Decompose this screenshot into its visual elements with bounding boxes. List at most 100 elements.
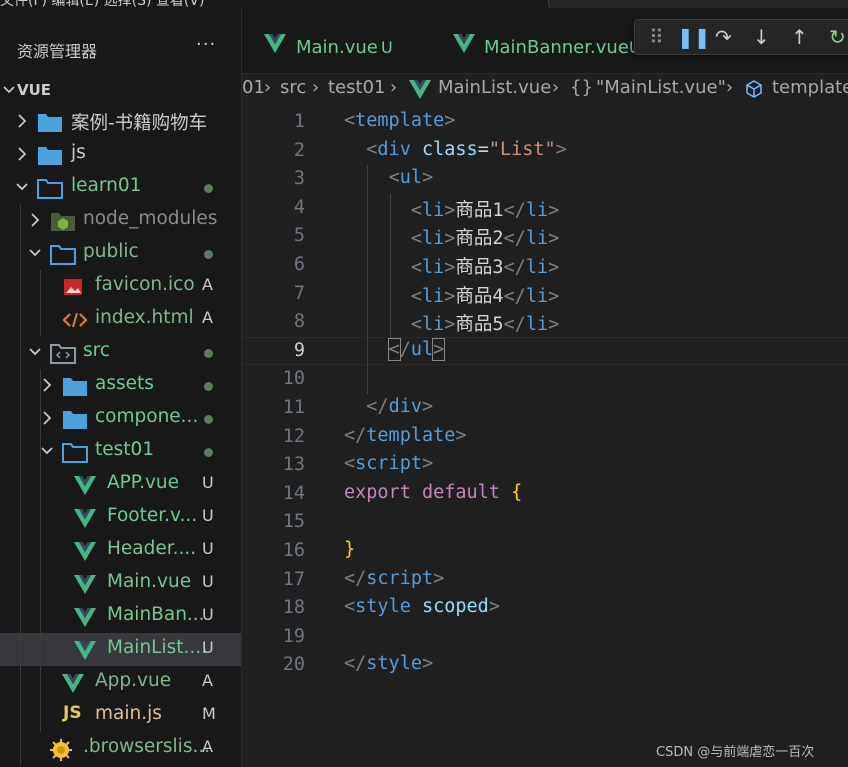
workspace-root[interactable]: VUE: [0, 80, 241, 102]
tree-item-label: APP.vue: [107, 472, 180, 493]
tree-item-file-mainlist-vue[interactable]: MainList.... U: [0, 633, 241, 666]
indent-guide: [40, 534, 41, 567]
cube-icon: [744, 79, 764, 104]
drag-handle-icon[interactable]: ⠿: [649, 25, 664, 49]
changes-dot: [204, 349, 213, 358]
chevron-down-icon: [27, 341, 43, 363]
line-number: 1: [293, 111, 305, 132]
braces-icon: {}: [570, 77, 593, 98]
breadcrumb-item-file[interactable]: MainList.vue: [438, 77, 551, 98]
code-line: 11 </div>: [242, 394, 848, 423]
title-bar: 文件(F) 编辑(E) 选择(S) 查看(V): [0, 0, 848, 8]
indent-guide: [20, 468, 21, 501]
tree-item-label: main.js: [95, 703, 162, 724]
tree-item-label: src: [83, 340, 111, 361]
step-over-icon[interactable]: ↷: [715, 25, 732, 49]
step-into-icon[interactable]: ↓: [753, 25, 770, 49]
restart-icon[interactable]: ↻: [829, 25, 846, 49]
chevron-right-icon: [39, 374, 55, 396]
code-line: 12 </template>: [242, 423, 848, 452]
indent-guide: [40, 468, 41, 501]
menu-bar[interactable]: 文件(F) 编辑(E) 选择(S) 查看(V): [0, 0, 204, 8]
pause-icon[interactable]: ❚❚: [677, 25, 711, 49]
code-line: 15: [242, 508, 848, 537]
tree-item-file-main-vue[interactable]: Main.vue U: [0, 567, 241, 600]
changes-dot: [204, 448, 213, 457]
code-line-current: 9 </ul>: [242, 336, 848, 366]
command-center[interactable]: [548, 0, 848, 8]
git-status-untracked: U: [202, 506, 214, 525]
chevron-down-icon: [2, 80, 16, 100]
tree-item-folder-learn01[interactable]: learn01: [0, 171, 241, 204]
indent-guide: [20, 204, 21, 237]
tree-item-file-main-js[interactable]: JS main.js M: [0, 699, 241, 732]
tree-item-folder-test01[interactable]: test01: [0, 435, 241, 468]
tree-item-folder-js[interactable]: js: [0, 138, 241, 171]
vue-file-icon: [408, 78, 432, 105]
tree-item-file-mainbanner-vue[interactable]: MainBan... U: [0, 600, 241, 633]
src-folder-icon: [50, 342, 76, 364]
line-number: 19: [282, 625, 305, 647]
breadcrumb-item-test01[interactable]: test01: [328, 77, 385, 98]
indent-guide: [40, 501, 41, 534]
tree-item-file-footer-vue[interactable]: Footer.v... U: [0, 501, 241, 534]
changes-dot: [204, 415, 213, 424]
nodejs-folder-icon: [50, 210, 75, 232]
tree-item-folder-components[interactable]: compone...: [0, 402, 241, 435]
line-number: 16: [282, 539, 305, 561]
js-file-icon: JS: [63, 703, 82, 723]
breadcrumb-item-template[interactable]: template: [772, 77, 848, 98]
code-line: 18 <style scoped>: [242, 594, 848, 623]
vue-file-icon: [263, 32, 287, 58]
tree-item-folder-src[interactable]: src: [0, 336, 241, 369]
tab-mainbanner-vue[interactable]: MainBanner.vue U: [436, 8, 656, 73]
code-line: 8 <li>商品5</li>: [242, 308, 848, 337]
breadcrumb-separator-icon: ›: [726, 77, 734, 98]
git-status-untracked: U: [202, 539, 214, 558]
browserslist-file-icon: [48, 738, 72, 761]
indent-guide: [367, 365, 368, 394]
indent-guide: [40, 270, 41, 303]
breadcrumb-item[interactable]: 01: [242, 77, 265, 98]
tree-item-folder-assets[interactable]: assets: [0, 369, 241, 402]
git-status-untracked: U: [202, 605, 214, 624]
indent-guide: [20, 501, 21, 534]
tree-item-file-browserslistrc[interactable]: .browserslis... A: [0, 732, 241, 765]
tree-item-file-favicon[interactable]: favicon.ico A: [0, 270, 241, 303]
tree-item-folder-node-modules[interactable]: node_modules: [0, 204, 241, 237]
indent-guide: [20, 303, 21, 336]
chevron-down-icon: [14, 176, 30, 198]
indent-guide: [20, 633, 21, 666]
folder-open-icon: [62, 441, 88, 463]
tree-item-folder-public[interactable]: public: [0, 237, 241, 270]
git-status-added: A: [202, 671, 213, 690]
tab-main-vue[interactable]: Main.vue U: [242, 8, 435, 73]
tree-item-file-app-vue-src[interactable]: App.vue A: [0, 666, 241, 699]
vue-file-icon: [73, 474, 97, 496]
more-actions-icon[interactable]: ···: [196, 34, 216, 55]
chevron-right-icon: [39, 407, 55, 429]
indent-guide: [20, 369, 21, 402]
tree-item-folder-shop-case[interactable]: 案例-书籍购物车: [0, 105, 241, 138]
line-number: 8: [293, 311, 305, 333]
tree-item-file-index-html[interactable]: index.html A: [0, 303, 241, 336]
folder-open-icon: [37, 177, 63, 199]
line-number: 6: [293, 253, 305, 275]
file-tree: 案例-书籍购物车 js learn01 node_modules public …: [0, 105, 241, 765]
chevron-down-icon: [39, 440, 55, 462]
tree-item-label: compone...: [95, 406, 199, 427]
code-line: 6 <li>商品3</li>: [242, 250, 848, 280]
tree-item-file-app-vue[interactable]: APP.vue U: [0, 468, 241, 501]
indent-guide: [40, 600, 41, 633]
code-line: 16 }: [242, 537, 848, 566]
tree-item-file-header-vue[interactable]: Header.... U: [0, 534, 241, 567]
changes-dot: [204, 184, 213, 193]
breadcrumb-separator-icon: ›: [312, 77, 320, 98]
step-out-icon[interactable]: ↑: [791, 25, 808, 49]
tree-item-label: assets: [95, 373, 154, 394]
code-editor[interactable]: 1 <template> 2 <div class="List"> 3 <ul>…: [242, 108, 848, 680]
tree-item-label: 案例-书籍购物车: [71, 113, 208, 134]
breadcrumb-item-module[interactable]: "MainList.vue": [596, 77, 726, 98]
breadcrumb-item-src[interactable]: src: [280, 77, 306, 98]
code-line: 2 <div class="List">: [242, 137, 848, 166]
